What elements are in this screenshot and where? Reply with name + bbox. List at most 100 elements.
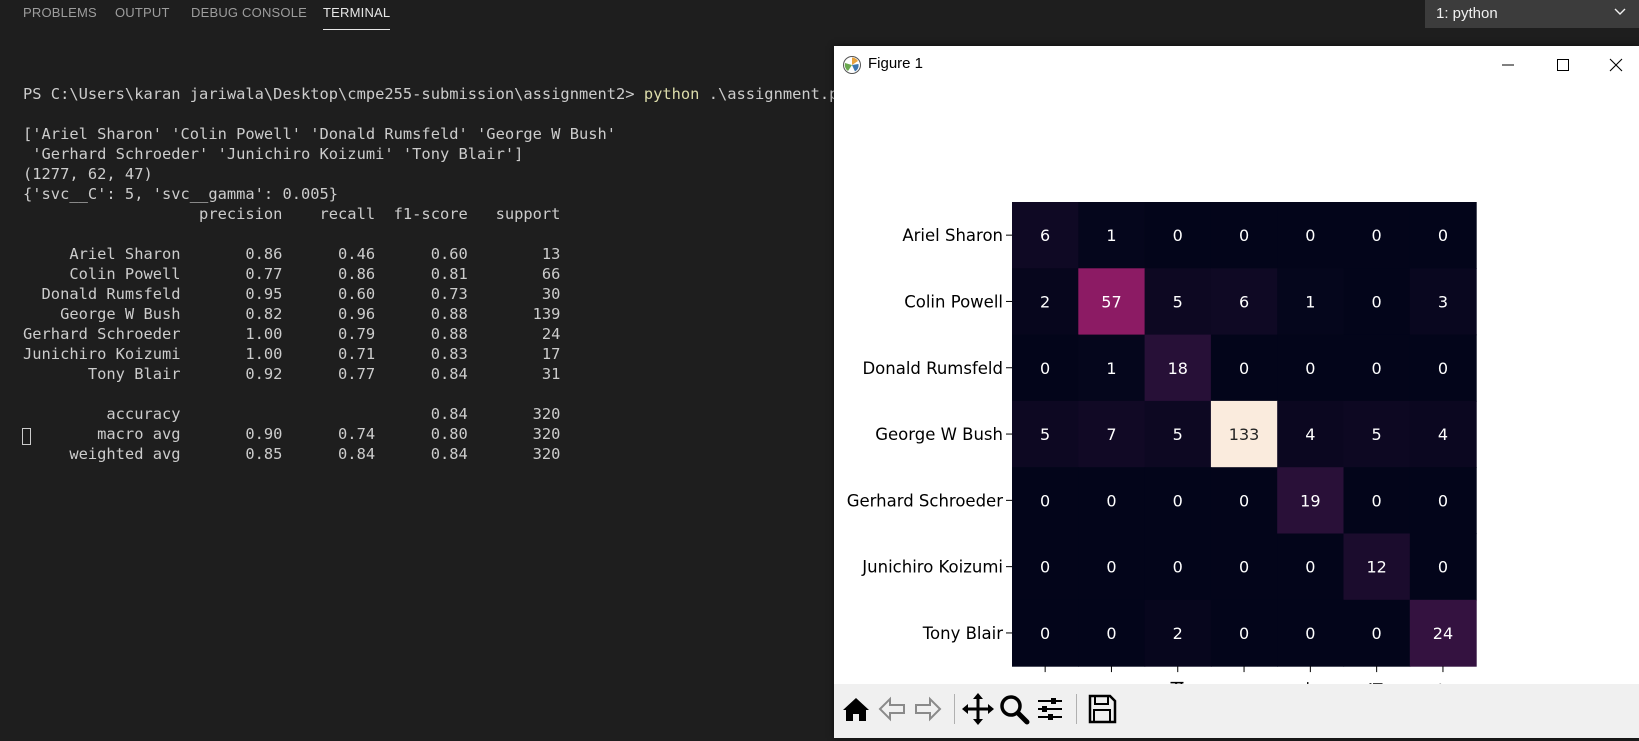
heatmap-cell-label: 5 bbox=[1173, 425, 1183, 444]
tab-debug-console[interactable]: DEBUG CONSOLE bbox=[191, 5, 307, 20]
terminal-command-line: PS C:\Users\karan jariwala\Desktop\cmpe2… bbox=[23, 84, 848, 104]
heatmap-cell-label: 0 bbox=[1173, 226, 1183, 245]
configure-subplots-button[interactable] bbox=[1032, 691, 1068, 727]
maximize-icon bbox=[1557, 59, 1569, 71]
confusion-matrix-heatmap: 6 1 0 0 0 0 02 57 5 6 1 0 30 1 18 0 0 0 05 7 5 133 4 5 40 0 0 0 19 0 0… bbox=[847, 202, 1477, 684]
figure-title: Figure 1 bbox=[868, 55, 924, 72]
figure-titlebar[interactable]: Figure 1 bbox=[834, 46, 1639, 84]
heatmap-cell-label: 0 bbox=[1305, 359, 1315, 378]
y-tick-label: Colin Powell bbox=[904, 292, 1003, 311]
maximize-button[interactable] bbox=[1540, 50, 1586, 80]
heatmap-cell-label: 0 bbox=[1173, 491, 1183, 510]
heatmap-cell-label: 0 bbox=[1040, 491, 1050, 510]
chevron-down-icon bbox=[1613, 4, 1627, 22]
terminal-output-line: ['Ariel Sharon' 'Colin Powell' 'Donald R… bbox=[23, 125, 617, 143]
terminal-command-arg: .\assignment.py bbox=[699, 85, 848, 103]
heatmap-cell-label: 0 bbox=[1372, 624, 1382, 643]
terminal-output-line: precision recall f1-score support bbox=[23, 205, 561, 223]
figure-toolbar bbox=[834, 684, 1639, 738]
heatmap-cell-label: 0 bbox=[1372, 359, 1382, 378]
heatmap-cell-label: 3 bbox=[1438, 292, 1448, 311]
save-button[interactable] bbox=[1084, 691, 1120, 727]
heatmap-cell-label: 2 bbox=[1040, 292, 1050, 311]
forward-arrow-icon bbox=[915, 696, 942, 722]
heatmap-cell-label: 57 bbox=[1101, 292, 1121, 311]
heatmap-cell-label: 0 bbox=[1305, 558, 1315, 577]
terminal-output-line: weighted avg 0.85 0.84 0.84 320 bbox=[23, 445, 561, 463]
y-tick-label: George W Bush bbox=[875, 425, 1003, 444]
tab-problems[interactable]: PROBLEMS bbox=[23, 5, 97, 20]
tab-output[interactable]: OUTPUT bbox=[115, 5, 170, 20]
terminal-selector-label: 1: python bbox=[1436, 5, 1498, 22]
y-tick-label: Tony Blair bbox=[922, 624, 1003, 643]
heatmap-cell-label: 0 bbox=[1040, 624, 1050, 643]
close-icon bbox=[1609, 58, 1623, 72]
heatmap-cell-label: 0 bbox=[1106, 624, 1116, 643]
terminal-output-line: {'svc__C': 5, 'svc__gamma': 0.005} bbox=[23, 185, 339, 203]
back-button[interactable] bbox=[874, 691, 910, 727]
heatmap-cell-label: 5 bbox=[1040, 425, 1050, 444]
terminal-output[interactable]: PS C:\Users\karan jariwala\Desktop\cmpe2… bbox=[23, 44, 848, 464]
tab-terminal[interactable]: TERMINAL bbox=[323, 5, 391, 30]
terminal-output-line: Tony Blair 0.92 0.77 0.84 31 bbox=[23, 365, 561, 383]
toolbar-separator bbox=[1076, 694, 1077, 724]
heatmap-cell-label: 0 bbox=[1372, 226, 1382, 245]
home-button[interactable] bbox=[838, 691, 874, 727]
heatmap-cell-label: 4 bbox=[1438, 425, 1448, 444]
heatmap-cell-label: 7 bbox=[1106, 425, 1116, 444]
pan-button[interactable] bbox=[960, 691, 996, 727]
heatmap-cell-label: 0 bbox=[1040, 359, 1050, 378]
y-tick-label: Gerhard Schroeder bbox=[847, 491, 1004, 510]
zoom-button[interactable] bbox=[996, 691, 1032, 727]
terminal-output-line: (1277, 62, 47) bbox=[23, 165, 153, 183]
heatmap-cell-label: 0 bbox=[1438, 558, 1448, 577]
heatmap-cell-label: 12 bbox=[1366, 558, 1386, 577]
terminal-output-line: 'Gerhard Schroeder' 'Junichiro Koizumi' … bbox=[23, 145, 524, 163]
minimize-button[interactable] bbox=[1485, 50, 1531, 80]
zoom-icon bbox=[1000, 695, 1030, 725]
heatmap-cell-label: 5 bbox=[1173, 292, 1183, 311]
heatmap-cell-label: 5 bbox=[1372, 425, 1382, 444]
heatmap-cell-label: 133 bbox=[1229, 425, 1260, 444]
y-tick-label: Ariel Sharon bbox=[902, 226, 1003, 245]
terminal-output-line: Junichiro Koizumi 1.00 0.71 0.83 17 bbox=[23, 345, 561, 363]
heatmap-cell-label: 0 bbox=[1239, 359, 1249, 378]
heatmap-cell-label: 0 bbox=[1372, 491, 1382, 510]
heatmap-cell-label: 0 bbox=[1239, 558, 1249, 577]
heatmap-cell-label: 0 bbox=[1239, 491, 1249, 510]
save-icon bbox=[1088, 694, 1117, 724]
terminal-cursor bbox=[22, 428, 31, 445]
terminal-command: python bbox=[643, 85, 700, 103]
back-arrow-icon bbox=[878, 696, 905, 722]
terminal-output-line: Gerhard Schroeder 1.00 0.79 0.88 24 bbox=[23, 325, 561, 343]
home-icon bbox=[843, 698, 869, 721]
heatmap-cell-label: 1 bbox=[1305, 292, 1315, 311]
heatmap-cell-label: 6 bbox=[1040, 226, 1050, 245]
heatmap-cell-label: 18 bbox=[1168, 359, 1188, 378]
minimize-icon bbox=[1502, 64, 1514, 66]
heatmap-cell-label: 0 bbox=[1305, 226, 1315, 245]
terminal-output-line: George W Bush 0.82 0.96 0.88 139 bbox=[23, 305, 561, 323]
toolbar-separator bbox=[954, 694, 955, 724]
close-button[interactable] bbox=[1593, 50, 1639, 80]
terminal-output-line: Donald Rumsfeld 0.95 0.60 0.73 30 bbox=[23, 285, 561, 303]
terminal-selector[interactable]: 1: python bbox=[1425, 0, 1639, 28]
configure-subplots-icon bbox=[1038, 698, 1062, 720]
heatmap-cell-label: 1 bbox=[1106, 359, 1116, 378]
heatmap-cell-label: 0 bbox=[1438, 359, 1448, 378]
y-tick-label: Donald Rumsfeld bbox=[862, 359, 1003, 378]
forward-button[interactable] bbox=[910, 691, 946, 727]
figure-window: Figure 1 6 1 0 0 0 0 0 2 57 5 6 1 0 3 0 1 18 0 0 0 0 5 7 5 133 4 5… bbox=[834, 46, 1639, 738]
heatmap-cell-label: 0 bbox=[1239, 624, 1249, 643]
pan-icon bbox=[962, 693, 994, 725]
heatmap-cell-label: 0 bbox=[1372, 292, 1382, 311]
terminal-output-line: Ariel Sharon 0.86 0.46 0.60 13 bbox=[23, 245, 561, 263]
heatmap-cell-label: 0 bbox=[1040, 558, 1050, 577]
terminal-prompt: PS C:\Users\karan jariwala\Desktop\cmpe2… bbox=[23, 85, 644, 103]
terminal-output-line: accuracy 0.84 320 bbox=[23, 405, 561, 423]
figure-canvas[interactable]: 6 1 0 0 0 0 0 2 57 5 6 1 0 3 0 1 18 0 0 0 0 5 7 5 133 4 5 4 0 0 0 0 19 0 0… bbox=[834, 84, 1639, 684]
matplotlib-logo-icon bbox=[842, 55, 862, 75]
heatmap-cell-label: 19 bbox=[1300, 491, 1320, 510]
